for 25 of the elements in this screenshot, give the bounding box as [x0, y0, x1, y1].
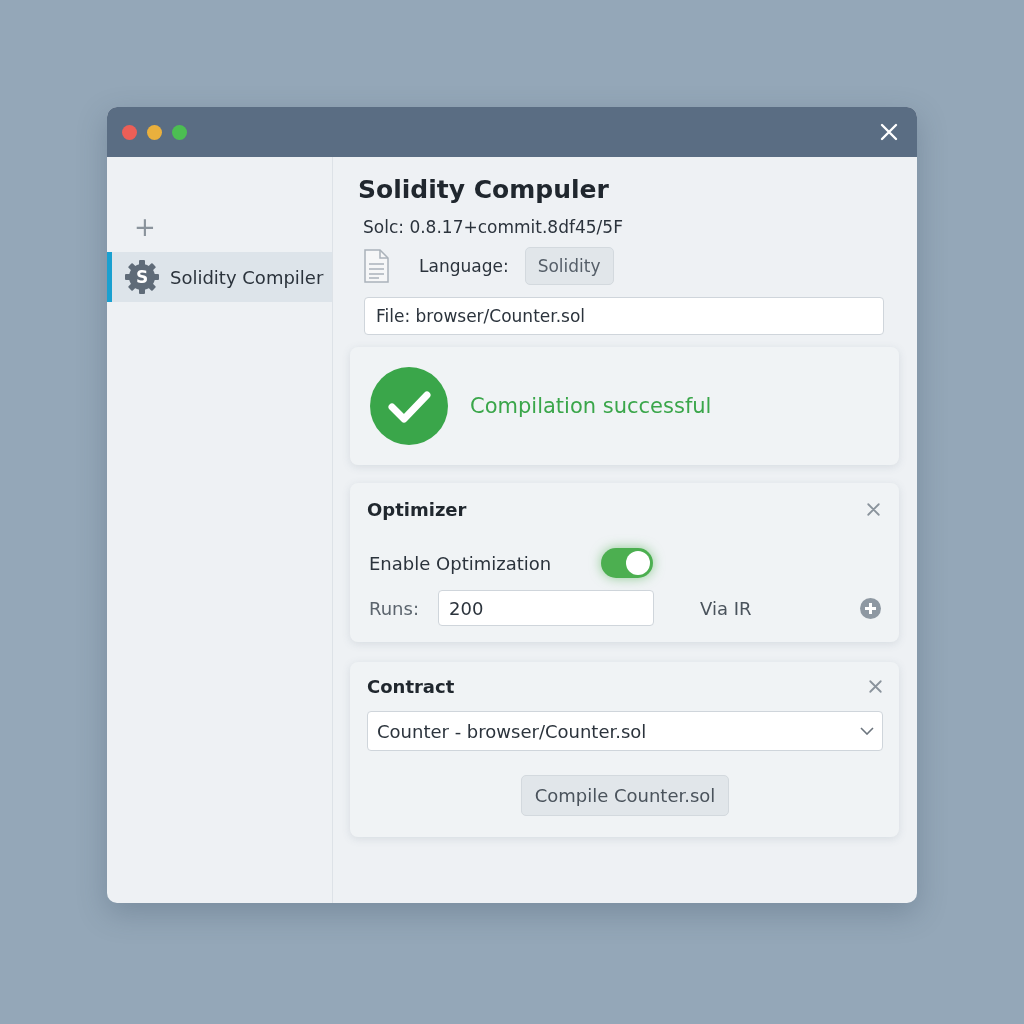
optimization-toggle[interactable]	[601, 548, 653, 578]
close-icon[interactable]	[866, 502, 881, 517]
compiler-version: Solc: 0.8.17+commit.8df45/5F	[363, 217, 624, 237]
sidebar-item[interactable]: S Solidity Compiler	[107, 252, 332, 302]
close-dot[interactable]	[122, 124, 137, 140]
zoom-dot[interactable]	[172, 124, 187, 140]
compile-button[interactable]: Compile Counter.sol	[520, 775, 730, 816]
optimization-label: Enable Optimization	[369, 552, 553, 574]
sidebar-item-label: Solidity Compiler	[170, 266, 324, 288]
plus-circle-icon[interactable]	[860, 597, 881, 619]
language-button[interactable]: Solidity	[524, 247, 614, 285]
chevron-down-icon	[860, 727, 874, 735]
runs-field[interactable]: 200	[438, 590, 654, 626]
language-label: Language:	[419, 256, 509, 276]
file-field[interactable]: File: browser/Counter.sol	[364, 297, 884, 335]
card-title: Contract	[367, 676, 455, 697]
panel-title: Solidity Compuler	[358, 175, 610, 205]
via-ir-label: Via IR	[700, 597, 752, 619]
runs-label: Runs:	[369, 597, 420, 619]
close-icon[interactable]	[868, 679, 883, 694]
status-message: Compilation successful	[470, 394, 712, 418]
contract-dropdown[interactable]: Counter - browser/Counter.sol	[367, 711, 883, 751]
minimize-dot[interactable]	[147, 124, 162, 140]
card-title: Optimizer	[367, 499, 467, 520]
document-icon	[363, 249, 389, 283]
